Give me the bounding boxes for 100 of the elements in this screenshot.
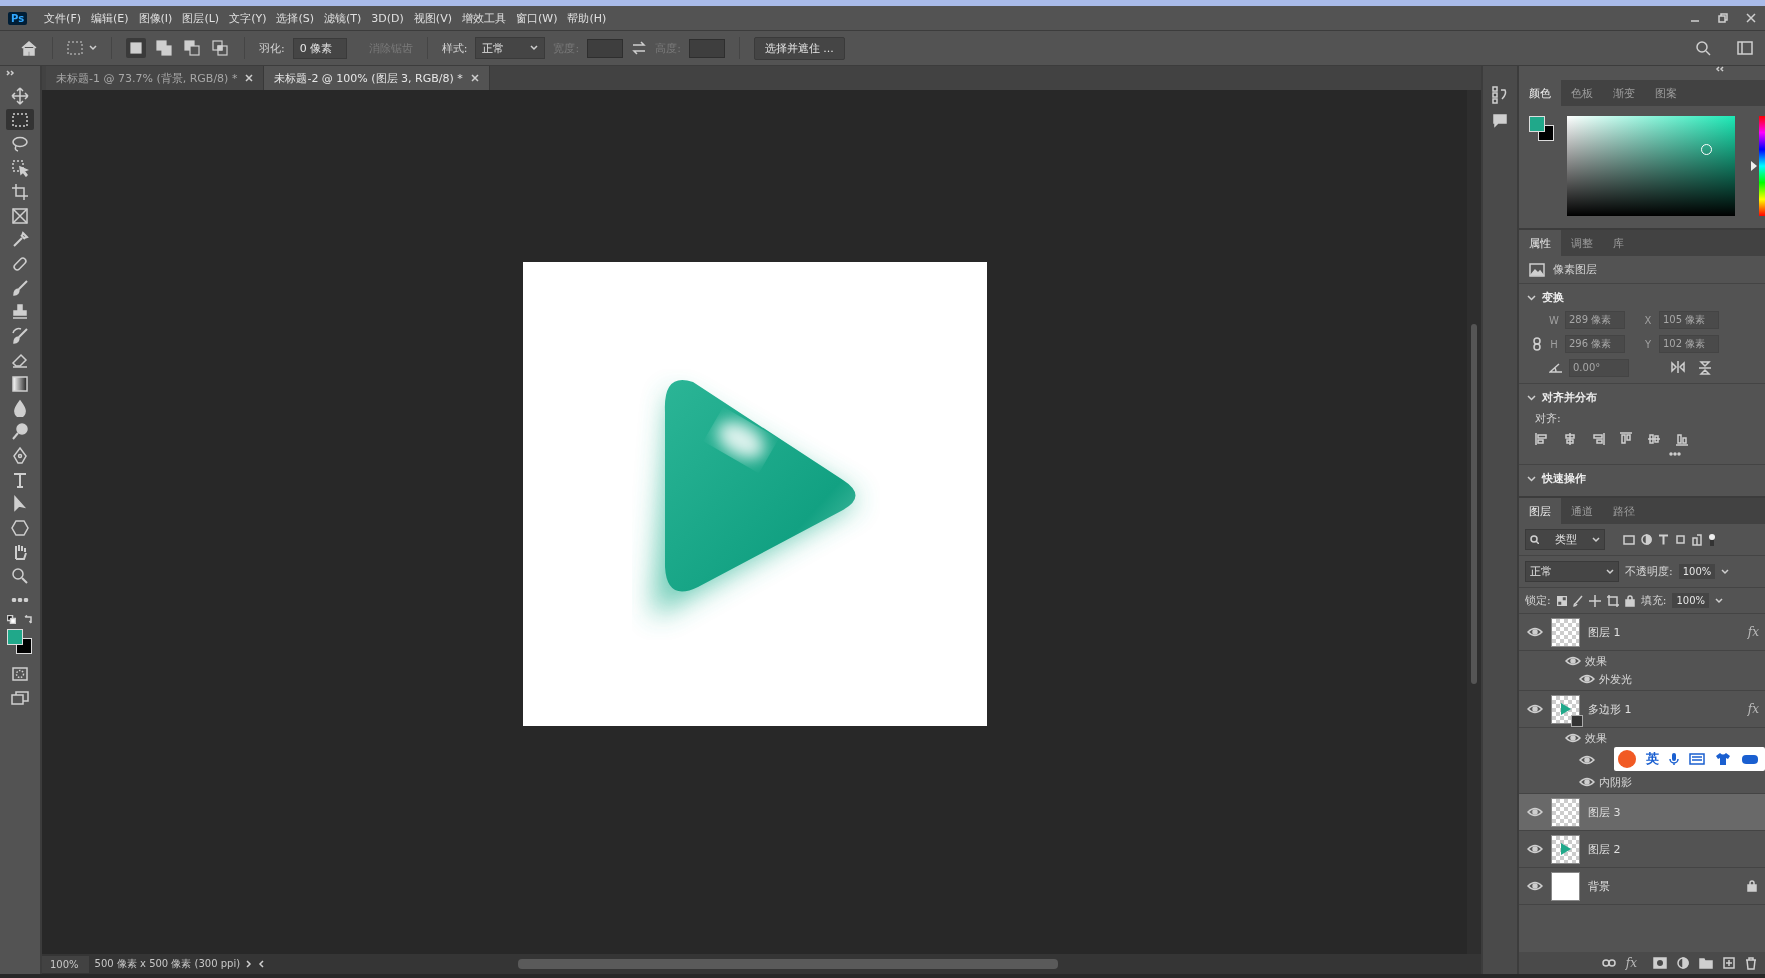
vertical-scrollbar[interactable] (1467, 90, 1481, 954)
zoom-level[interactable]: 100% (42, 955, 89, 973)
layer-row[interactable]: 背景 (1519, 868, 1765, 905)
eye-icon[interactable] (1579, 755, 1595, 765)
chevron-icon[interactable] (1527, 393, 1536, 402)
menu-item[interactable]: 编辑(E) (86, 8, 134, 28)
selection-mode-button[interactable] (154, 38, 174, 58)
effects-indicator[interactable]: fx (1747, 625, 1759, 639)
opacity-field[interactable]: 100% (1678, 564, 1716, 579)
eye-icon[interactable] (1527, 881, 1543, 891)
expand-chevrons-icon[interactable] (6, 70, 16, 76)
eye-icon[interactable] (1565, 733, 1581, 743)
add-layer-style-button[interactable]: fx (1625, 956, 1637, 970)
input-method-toolbar[interactable]: 英 (1614, 747, 1765, 771)
section-title[interactable]: 快速操作 (1542, 471, 1586, 486)
eye-icon[interactable] (1527, 844, 1543, 854)
height-field[interactable] (688, 38, 725, 58)
trash-icon[interactable] (1745, 956, 1757, 970)
panel-tab[interactable]: 图案 (1645, 80, 1687, 106)
adjustment-layer-icon[interactable] (1677, 957, 1689, 969)
panel-tab[interactable]: 库 (1603, 230, 1634, 256)
effects-indicator[interactable]: fx (1747, 702, 1759, 716)
layer-row[interactable]: 图层 3 (1519, 794, 1765, 831)
close-icon[interactable] (245, 74, 254, 82)
panel-tab[interactable]: 路径 (1603, 498, 1645, 524)
selection-mode-button[interactable] (182, 38, 202, 58)
link-icon[interactable] (1533, 337, 1541, 351)
layer-filter-dropdown[interactable]: 类型 (1525, 529, 1605, 550)
align-icon[interactable] (1563, 432, 1577, 446)
document-tab[interactable]: 未标题-2 @ 100% (图层 3, RGB/8) * (264, 66, 490, 90)
menu-item[interactable]: 帮助(H) (562, 8, 612, 28)
shape-filter-icon[interactable] (1675, 534, 1686, 545)
color-swatches-icon[interactable] (7, 629, 33, 655)
blend-mode-dropdown[interactable]: 正常 (1525, 561, 1619, 582)
flip-horizontal-icon[interactable] (1671, 361, 1685, 373)
eye-icon[interactable] (1579, 674, 1595, 684)
eye-icon[interactable] (1527, 807, 1543, 817)
new-layer-icon[interactable] (1723, 957, 1735, 969)
selection-mode-button[interactable] (210, 38, 230, 58)
section-title[interactable]: 对齐并分布 (1542, 390, 1597, 405)
selection-mode-button[interactable] (126, 38, 146, 58)
close-icon[interactable] (1746, 13, 1756, 23)
align-icon[interactable] (1591, 432, 1605, 446)
search-icon[interactable] (1695, 40, 1711, 56)
type-filter-icon[interactable] (1658, 534, 1669, 545)
input-mode-indicator[interactable]: 英 (1646, 750, 1659, 768)
filter-toggle-icon[interactable] (1708, 533, 1716, 546)
lock-icon[interactable] (1747, 880, 1757, 892)
folder-icon[interactable] (1699, 957, 1713, 969)
document-tab[interactable]: 未标题-1 @ 73.7% (背景, RGB/8) * (46, 66, 265, 90)
hue-slider[interactable] (1751, 116, 1765, 216)
more-options-icon[interactable] (1669, 452, 1681, 456)
eye-icon[interactable] (1579, 777, 1595, 787)
align-icon[interactable] (1647, 432, 1661, 446)
workspace-icon[interactable] (1737, 41, 1753, 55)
adjustment-filter-icon[interactable] (1641, 534, 1652, 545)
layer-row[interactable]: 图层 1 fx (1519, 614, 1765, 651)
swap-colors-icon[interactable] (24, 615, 33, 624)
history-icon[interactable] (1492, 86, 1508, 104)
eye-icon[interactable] (1527, 704, 1543, 714)
panel-tab[interactable]: 渐变 (1603, 80, 1645, 106)
panel-tab[interactable]: 颜色 (1519, 80, 1561, 106)
width-field[interactable] (587, 38, 624, 58)
lock-position-icon[interactable] (1588, 594, 1601, 607)
screen-mode-icon[interactable] (11, 690, 29, 706)
menu-item[interactable]: 选择(S) (271, 8, 319, 28)
default-colors-icon[interactable] (7, 615, 16, 624)
menu-item[interactable]: 文字(Y) (224, 8, 272, 28)
lock-pixels-icon[interactable] (1572, 594, 1583, 607)
panel-tab[interactable]: 通道 (1561, 498, 1603, 524)
restore-icon[interactable] (1718, 13, 1728, 23)
close-icon[interactable] (470, 74, 479, 82)
tool-button[interactable] (6, 109, 34, 130)
layer-row[interactable]: 多边形 1 fx (1519, 691, 1765, 728)
flip-vertical-icon[interactable] (1699, 361, 1711, 375)
menu-item[interactable]: 窗口(W) (510, 8, 563, 28)
menu-item[interactable]: 文件(F) (39, 8, 87, 28)
menu-item[interactable]: 滤镜(T) (319, 8, 367, 28)
pixel-filter-icon[interactable] (1623, 534, 1635, 545)
align-icon[interactable] (1535, 432, 1549, 446)
quick-mask-icon[interactable] (12, 667, 28, 681)
menu-item[interactable]: 图层(L) (177, 8, 225, 28)
home-icon[interactable] (20, 40, 38, 56)
comment-icon[interactable] (1493, 114, 1507, 128)
link-layers-icon[interactable] (1601, 959, 1616, 967)
align-icon[interactable] (1619, 432, 1633, 446)
menu-item[interactable]: 图像(I) (133, 8, 178, 28)
chevron-icon[interactable] (1527, 474, 1536, 483)
select-and-mask-button[interactable]: 选择并遮住 ... (753, 36, 845, 60)
menu-item[interactable]: 视图(V) (408, 8, 457, 28)
lock-artboard-icon[interactable] (1606, 594, 1619, 607)
menu-item[interactable]: 3D(D) (366, 9, 409, 27)
fill-field[interactable]: 100% (1672, 593, 1710, 608)
add-mask-icon[interactable] (1653, 957, 1667, 969)
chevron-left-icon[interactable] (258, 960, 265, 968)
eye-icon[interactable] (1527, 627, 1543, 637)
swap-icon[interactable] (631, 41, 648, 55)
tool-preset-picker[interactable] (67, 41, 97, 55)
feather-field[interactable]: 0 像素 (292, 37, 347, 59)
style-dropdown[interactable]: 正常 (475, 37, 546, 59)
